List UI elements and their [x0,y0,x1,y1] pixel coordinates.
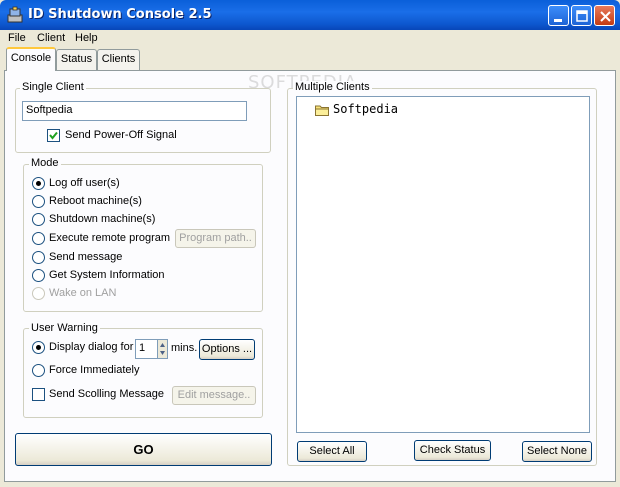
mode-legend: Mode [29,157,61,169]
multiple-clients-legend: Multiple Clients [293,81,372,93]
radio-send-message[interactable] [32,251,45,264]
folder-icon [315,105,329,116]
radio-system-info[interactable] [32,269,45,282]
checkmark-icon [49,131,58,140]
label-wake-on-lan: Wake on LAN [49,287,117,299]
radio-wake-on-lan[interactable] [32,287,45,300]
select-none-button[interactable]: Select None [522,441,592,462]
power-off-checkbox[interactable] [47,129,60,142]
label-shutdown: Shutdown machine(s) [49,213,156,225]
label-system-info: Get System Information [49,269,165,281]
maximize-icon [576,10,588,22]
menu-file[interactable]: File [8,32,26,44]
minutes-spinner[interactable] [158,339,168,359]
label-reboot: Reboot machine(s) [49,195,142,207]
edit-message-button[interactable]: Edit message.. [172,386,256,405]
app-icon [7,6,23,23]
menu-client[interactable]: Client [37,32,65,44]
minutes-input[interactable]: 1 [135,339,158,359]
label-display-dialog: Display dialog for [49,341,134,353]
title-bar[interactable]: ID Shutdown Console 2.5 [0,0,620,30]
single-client-legend: Single Client [20,81,86,93]
scrolling-message-checkbox[interactable] [32,388,45,401]
menu-help[interactable]: Help [75,32,98,44]
radio-force-immediately[interactable] [32,364,45,377]
minimize-button[interactable] [548,5,569,26]
label-force-immediately: Force Immediately [49,364,140,376]
tree-item[interactable]: Softpedia [315,102,435,118]
radio-shutdown[interactable] [32,213,45,226]
label-execute-program: Execute remote program [49,232,171,244]
tab-status[interactable]: Status [56,49,97,70]
single-client-input[interactable]: Softpedia [22,101,247,121]
program-path-button[interactable]: Program path.. [175,229,256,248]
minimize-icon [554,19,562,22]
close-icon [600,11,611,22]
check-status-button[interactable]: Check Status [414,440,491,461]
label-scrolling-message: Send Scolling Message [49,388,164,400]
options-button[interactable]: Options ... [199,339,255,360]
tree-item-label: Softpedia [333,102,399,116]
window-title: ID Shutdown Console 2.5 [28,7,212,22]
select-all-button[interactable]: Select All [297,441,367,462]
label-log-off: Log off user(s) [49,177,120,189]
menu-bar: File Client Help [0,30,620,48]
spinner-arrows-icon [160,343,165,355]
radio-display-dialog[interactable] [32,341,45,354]
go-button[interactable]: GO [15,433,272,466]
power-off-label: Send Power-Off Signal [65,129,177,141]
tab-clients[interactable]: Clients [97,49,140,70]
minutes-unit-label: mins. [171,342,198,354]
close-button[interactable] [594,5,615,26]
maximize-button[interactable] [571,5,592,26]
radio-log-off[interactable] [32,177,45,190]
user-warning-legend: User Warning [29,322,100,334]
radio-reboot[interactable] [32,195,45,208]
clients-tree[interactable]: Softpedia [296,96,590,433]
label-send-message: Send message [49,251,123,263]
radio-execute-program[interactable] [32,232,45,245]
tab-console[interactable]: Console [6,47,56,71]
